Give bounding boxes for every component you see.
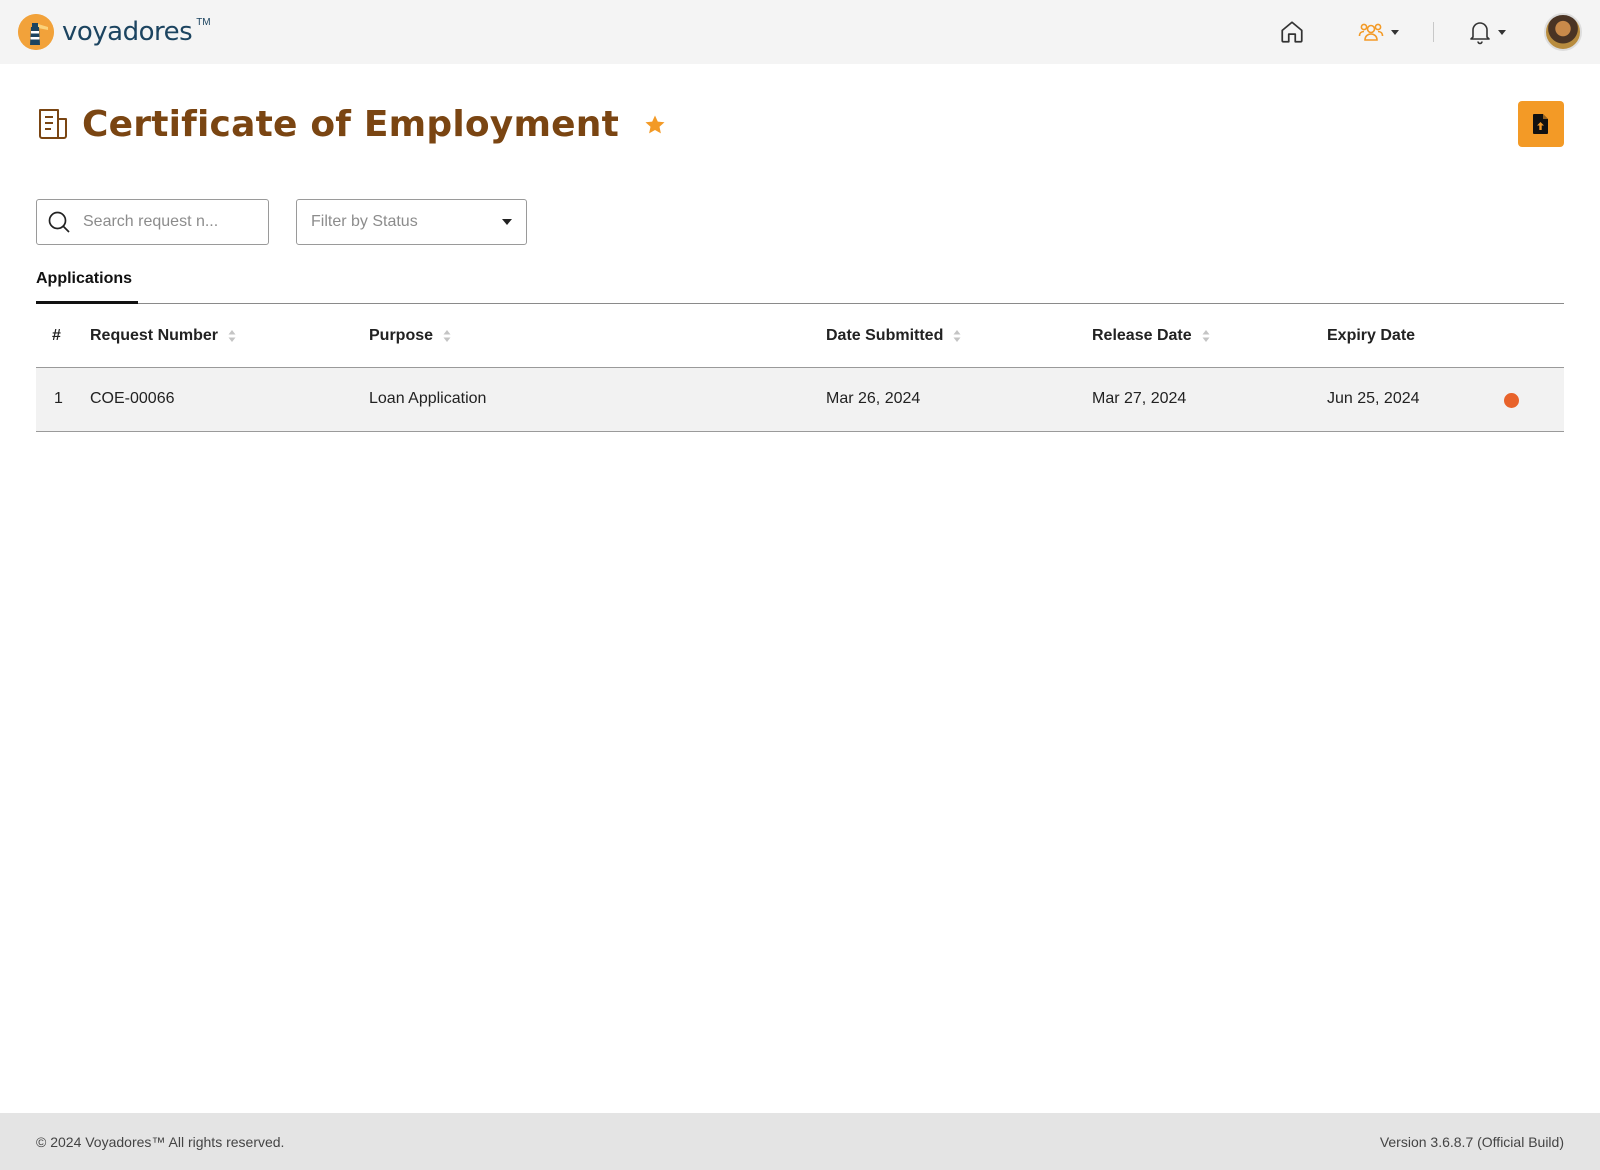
expiry-date-cell: Jun 25, 2024 (1327, 390, 1420, 407)
document-icon (39, 109, 67, 139)
footer-version: Version 3.6.8.7 (Official Build) (1379, 1133, 1564, 1150)
users-icon (1358, 23, 1384, 41)
file-upload-icon (1533, 114, 1548, 134)
footer-copyright: © 2024 Voyadores™ All rights reserved. (36, 1133, 285, 1150)
home-icon (1281, 21, 1303, 43)
sort-icon (228, 330, 236, 342)
chevron-down-icon (1498, 29, 1506, 35)
column-header-label: Release Date (1092, 327, 1192, 344)
status-filter-select[interactable]: Filter by Status (296, 199, 527, 245)
brand-trademark: TM (196, 16, 211, 28)
nav-divider (1433, 22, 1434, 42)
purpose-cell: Loan Application (369, 390, 487, 407)
top-navbar: voyadores TM (0, 0, 1600, 64)
team-menu-button[interactable] (1357, 19, 1399, 45)
column-header-label: # (52, 327, 61, 344)
lighthouse-logo-icon (18, 14, 54, 50)
table-row[interactable]: 1 COE-00066 Loan Application Mar 26, 202… (36, 368, 1564, 432)
request-number-cell[interactable]: COE-00066 (90, 390, 175, 408)
notifications-button[interactable] (1468, 19, 1506, 45)
sort-icon (953, 330, 961, 342)
favorite-star-icon[interactable] (643, 113, 667, 137)
brand-name: voyadores (62, 17, 193, 47)
table-header: # Request Number Purpose Date Submitted … (36, 305, 1564, 368)
row-index: 1 (54, 390, 63, 407)
home-button[interactable] (1279, 19, 1305, 45)
page-title: Certificate of Employment (82, 103, 620, 145)
footer: © 2024 Voyadores™ All rights reserved. V… (0, 1113, 1600, 1170)
release-date-cell: Mar 27, 2024 (1092, 390, 1187, 407)
date-submitted-cell: Mar 26, 2024 (826, 390, 921, 407)
brand-logo-link[interactable]: voyadores TM (18, 14, 215, 50)
tab-bar: Applications (36, 266, 1564, 304)
applications-table: # Request Number Purpose Date Submitted … (36, 305, 1564, 432)
column-header-purpose[interactable]: Purpose (369, 327, 451, 345)
column-header-label: Expiry Date (1327, 327, 1416, 344)
tab-applications[interactable]: Applications (36, 266, 138, 304)
bell-icon (1470, 22, 1490, 45)
column-header-date-submitted[interactable]: Date Submitted (826, 327, 961, 345)
search-input[interactable] (83, 213, 253, 231)
sort-icon (443, 330, 451, 342)
column-header-request-number[interactable]: Request Number (90, 327, 236, 345)
chevron-down-icon (502, 219, 512, 225)
page-header: Certificate of Employment (36, 100, 1564, 148)
column-header-label: Date Submitted (826, 327, 944, 344)
nav-actions (1279, 13, 1582, 51)
column-header-label: Request Number (90, 327, 219, 344)
status-indicator-dot (1504, 393, 1519, 408)
column-header-label: Purpose (369, 327, 434, 344)
search-icon (48, 211, 70, 233)
user-avatar[interactable] (1544, 13, 1582, 51)
column-header-index: # (52, 327, 61, 345)
column-header-expiry-date: Expiry Date (1327, 327, 1415, 345)
status-filter-placeholder: Filter by Status (311, 213, 418, 230)
upload-document-button[interactable] (1518, 101, 1564, 147)
search-field[interactable] (36, 199, 269, 245)
sort-icon (1202, 330, 1210, 342)
column-header-release-date[interactable]: Release Date (1092, 327, 1210, 345)
chevron-down-icon (1391, 29, 1399, 35)
